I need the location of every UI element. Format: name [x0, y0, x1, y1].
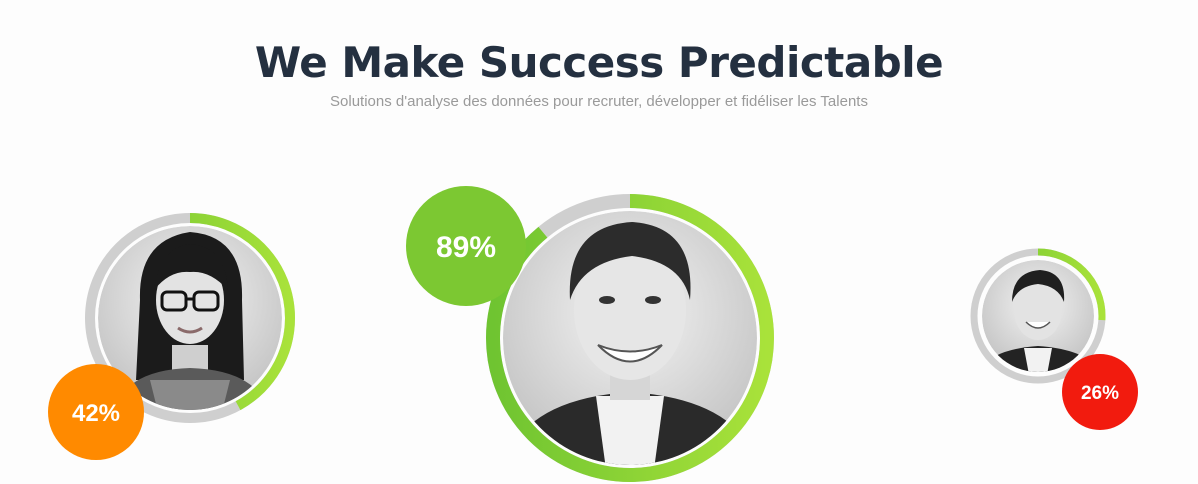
score-badge-label: 42% — [72, 400, 120, 427]
profile-card-left: 42% — [48, 213, 295, 460]
profiles-illustration: 42% 89% 26% — [48, 186, 1138, 482]
profile-card-right: 26% — [970, 248, 1138, 430]
profile-card-center: 89% — [406, 186, 774, 482]
score-badge-label: 89% — [436, 231, 496, 264]
score-badge-label: 26% — [1081, 383, 1119, 404]
